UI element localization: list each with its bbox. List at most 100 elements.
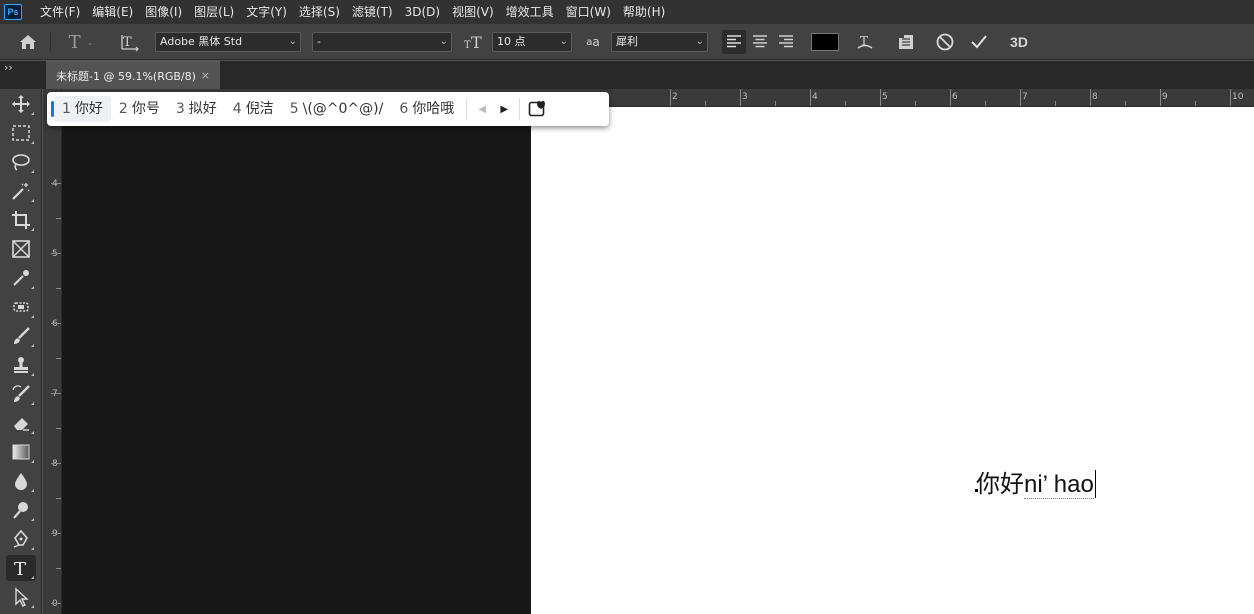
document-tab-title: 未标题-1 @ 59.1%(RGB/8) xyxy=(56,69,196,83)
eyedropper-tool-icon[interactable] xyxy=(6,265,36,291)
frame-tool-icon[interactable] xyxy=(6,236,36,262)
ime-separator xyxy=(466,98,468,120)
candidate-text: 倪洁 xyxy=(245,101,274,117)
align-center-icon[interactable] xyxy=(748,24,772,60)
collapse-panels-icon[interactable]: ›› xyxy=(4,61,13,74)
menu-plugins[interactable]: 增效工具 xyxy=(500,0,560,24)
font-style-select[interactable]: - ⌄ xyxy=(312,32,452,52)
align-right-icon[interactable] xyxy=(774,24,798,60)
dodge-tool-icon[interactable] xyxy=(6,497,36,523)
candidate-text: 你哈哦 xyxy=(412,101,455,117)
font-style-value: - xyxy=(317,35,321,48)
ruler-label: 6 xyxy=(52,319,58,329)
close-icon[interactable]: × xyxy=(201,69,210,82)
warp-text-icon[interactable]: T xyxy=(853,24,877,60)
ime-candidate-5[interactable]: 5 \(@^0^@)/ xyxy=(282,96,392,122)
move-tool-icon[interactable] xyxy=(6,91,36,117)
pasteboard[interactable] xyxy=(62,107,531,614)
font-size-value: 10 点 xyxy=(497,35,526,48)
history-brush-tool-icon[interactable] xyxy=(6,381,36,407)
ime-candidate-6[interactable]: 6 你哈哦 xyxy=(391,96,462,122)
ime-prev-page-icon[interactable]: ◀ xyxy=(471,104,493,115)
healing-brush-tool-icon[interactable] xyxy=(6,294,36,320)
text-color-swatch[interactable] xyxy=(811,33,839,51)
ime-candidate-1[interactable]: 1 你好 xyxy=(54,96,111,122)
pen-tool-icon[interactable] xyxy=(6,526,36,552)
chevron-down-icon: ⌄ xyxy=(695,36,704,47)
chevron-down-icon: ⌄ xyxy=(559,36,568,47)
menu-edit[interactable]: 编辑(E) xyxy=(86,0,139,24)
type-tool-icon[interactable]: T xyxy=(6,555,36,581)
menu-help[interactable]: 帮助(H) xyxy=(617,0,671,24)
ime-candidate-3[interactable]: 3 拟好 xyxy=(168,96,225,122)
blur-tool-icon[interactable] xyxy=(6,468,36,494)
candidate-number: 4 xyxy=(232,101,242,117)
document-tab[interactable]: 未标题-1 @ 59.1%(RGB/8) × xyxy=(46,61,220,89)
svg-text:T: T xyxy=(471,33,482,51)
tools-panel: T xyxy=(0,89,42,614)
ime-separator xyxy=(519,98,521,120)
tool-preset-picker[interactable]: T ⌄ xyxy=(58,24,104,60)
clone-stamp-tool-icon[interactable] xyxy=(6,352,36,378)
crop-tool-icon[interactable] xyxy=(6,207,36,233)
document-canvas[interactable]: 你好ni’ hao xyxy=(531,107,1254,614)
candidate-number: 1 xyxy=(62,101,71,117)
ruler-label: 0 xyxy=(52,599,58,609)
ruler-label: 9 xyxy=(1162,92,1168,102)
candidate-number: 5 xyxy=(289,101,299,117)
lasso-tool-icon[interactable] xyxy=(6,149,36,175)
ruler-label: 7 xyxy=(52,389,58,399)
eraser-tool-icon[interactable] xyxy=(6,410,36,436)
ime-composing-text: ni’ hao xyxy=(1024,471,1094,499)
menu-filter[interactable]: 滤镜(T) xyxy=(346,0,399,24)
candidate-text: 你好 xyxy=(74,101,103,117)
magic-wand-tool-icon[interactable] xyxy=(6,178,36,204)
antialias-value: 犀利 xyxy=(616,35,638,48)
type-tool-preset-icon: T xyxy=(68,31,81,53)
ruler-label: 6 xyxy=(952,92,958,102)
ime-next-page-icon[interactable]: ▶ xyxy=(493,104,515,115)
commit-edits-icon[interactable] xyxy=(966,24,992,60)
brush-tool-icon[interactable] xyxy=(6,323,36,349)
text-layer-editing[interactable]: 你好ni’ hao xyxy=(976,464,1096,499)
candidate-text: \(@^0^@)/ xyxy=(302,101,384,117)
committed-text: 你好 xyxy=(976,470,1024,498)
ruler-label: 8 xyxy=(52,459,58,469)
svg-text:T: T xyxy=(14,559,26,578)
menu-select[interactable]: 选择(S) xyxy=(293,0,346,24)
menu-file[interactable]: 文件(F) xyxy=(34,0,86,24)
font-family-select[interactable]: Adobe 黑体 Std ⌄ xyxy=(155,32,301,52)
ruler-label: 9 xyxy=(52,529,58,539)
ruler-label: 7 xyxy=(1022,92,1028,102)
align-left-icon[interactable] xyxy=(722,30,746,54)
menu-layer[interactable]: 图层(L) xyxy=(188,0,240,24)
antialias-icon: aa xyxy=(586,35,600,49)
menu-type[interactable]: 文字(Y) xyxy=(240,0,293,24)
marquee-tool-icon[interactable] xyxy=(6,120,36,146)
path-selection-tool-icon[interactable] xyxy=(6,584,36,610)
ruler-label: 4 xyxy=(812,92,818,102)
vertical-ruler: 4 5 6 7 8 9 0 xyxy=(43,89,62,614)
font-size-field[interactable]: 10 点 ⌄ xyxy=(492,32,572,52)
chevron-down-icon: ⌄ xyxy=(288,36,297,47)
svg-text:T: T xyxy=(464,40,471,51)
menu-3d[interactable]: 3D(D) xyxy=(399,0,446,24)
ime-favorite-icon[interactable] xyxy=(524,100,550,118)
toggle-text-orientation-icon[interactable]: T xyxy=(116,24,144,60)
home-icon[interactable] xyxy=(14,24,42,60)
menu-window[interactable]: 窗口(W) xyxy=(560,0,617,24)
menu-image[interactable]: 图像(I) xyxy=(139,0,188,24)
3d-text-button[interactable]: 3D xyxy=(1005,24,1033,60)
cancel-edits-icon[interactable] xyxy=(932,24,958,60)
font-size-icon: TT xyxy=(462,24,486,60)
menu-view[interactable]: 视图(V) xyxy=(446,0,500,24)
chevron-down-icon: ⌄ xyxy=(439,36,448,47)
antialias-select[interactable]: 犀利 ⌄ xyxy=(611,32,708,52)
character-panel-icon[interactable] xyxy=(893,24,919,60)
font-family-value: Adobe 黑体 Std xyxy=(160,35,243,48)
ruler-label: 5 xyxy=(52,249,58,259)
ime-candidate-2[interactable]: 2 你号 xyxy=(111,96,168,122)
ruler-label: 10 xyxy=(1232,92,1244,102)
ime-candidate-4[interactable]: 4 倪洁 xyxy=(225,96,282,122)
gradient-tool-icon[interactable] xyxy=(6,439,36,465)
